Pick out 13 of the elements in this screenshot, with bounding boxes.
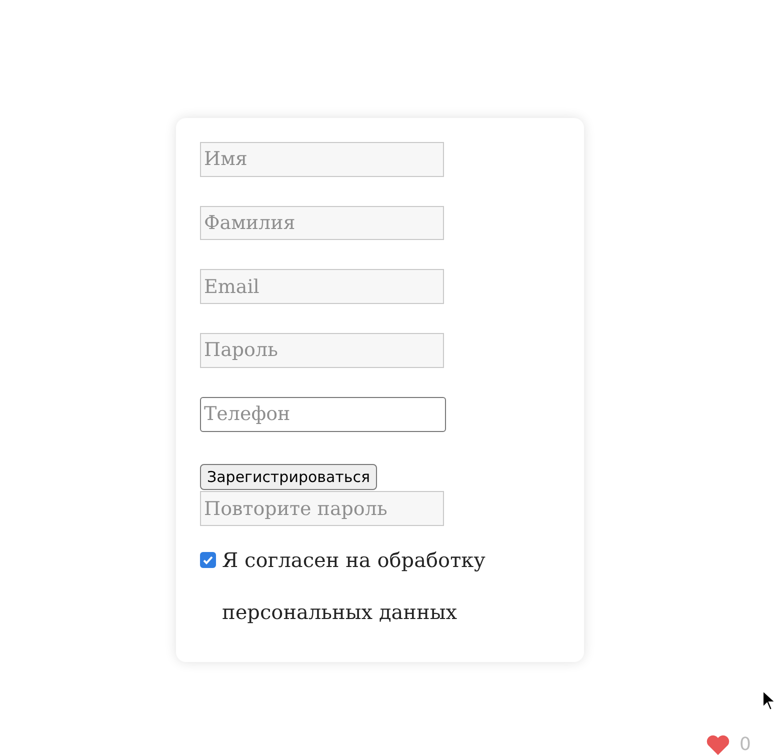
heart-icon[interactable] [706, 734, 730, 754]
text-field[interactable]: Фамилия [200, 206, 444, 240]
cursor-icon [762, 690, 776, 712]
register-button[interactable]: Зарегистрироваться [200, 464, 378, 490]
consent-label: Я согласен на обработку персональных данных [222, 547, 486, 626]
like-count: 0 [740, 734, 751, 755]
checkmark-icon [202, 554, 214, 566]
text-field[interactable]: Телефон [200, 396, 446, 432]
checkbox[interactable] [200, 552, 216, 568]
text-field[interactable]: Email [200, 269, 444, 304]
text-field[interactable]: Повторите пароль [200, 491, 444, 526]
text-field[interactable]: Пароль [200, 333, 444, 368]
text-field[interactable]: Имя [200, 142, 444, 177]
